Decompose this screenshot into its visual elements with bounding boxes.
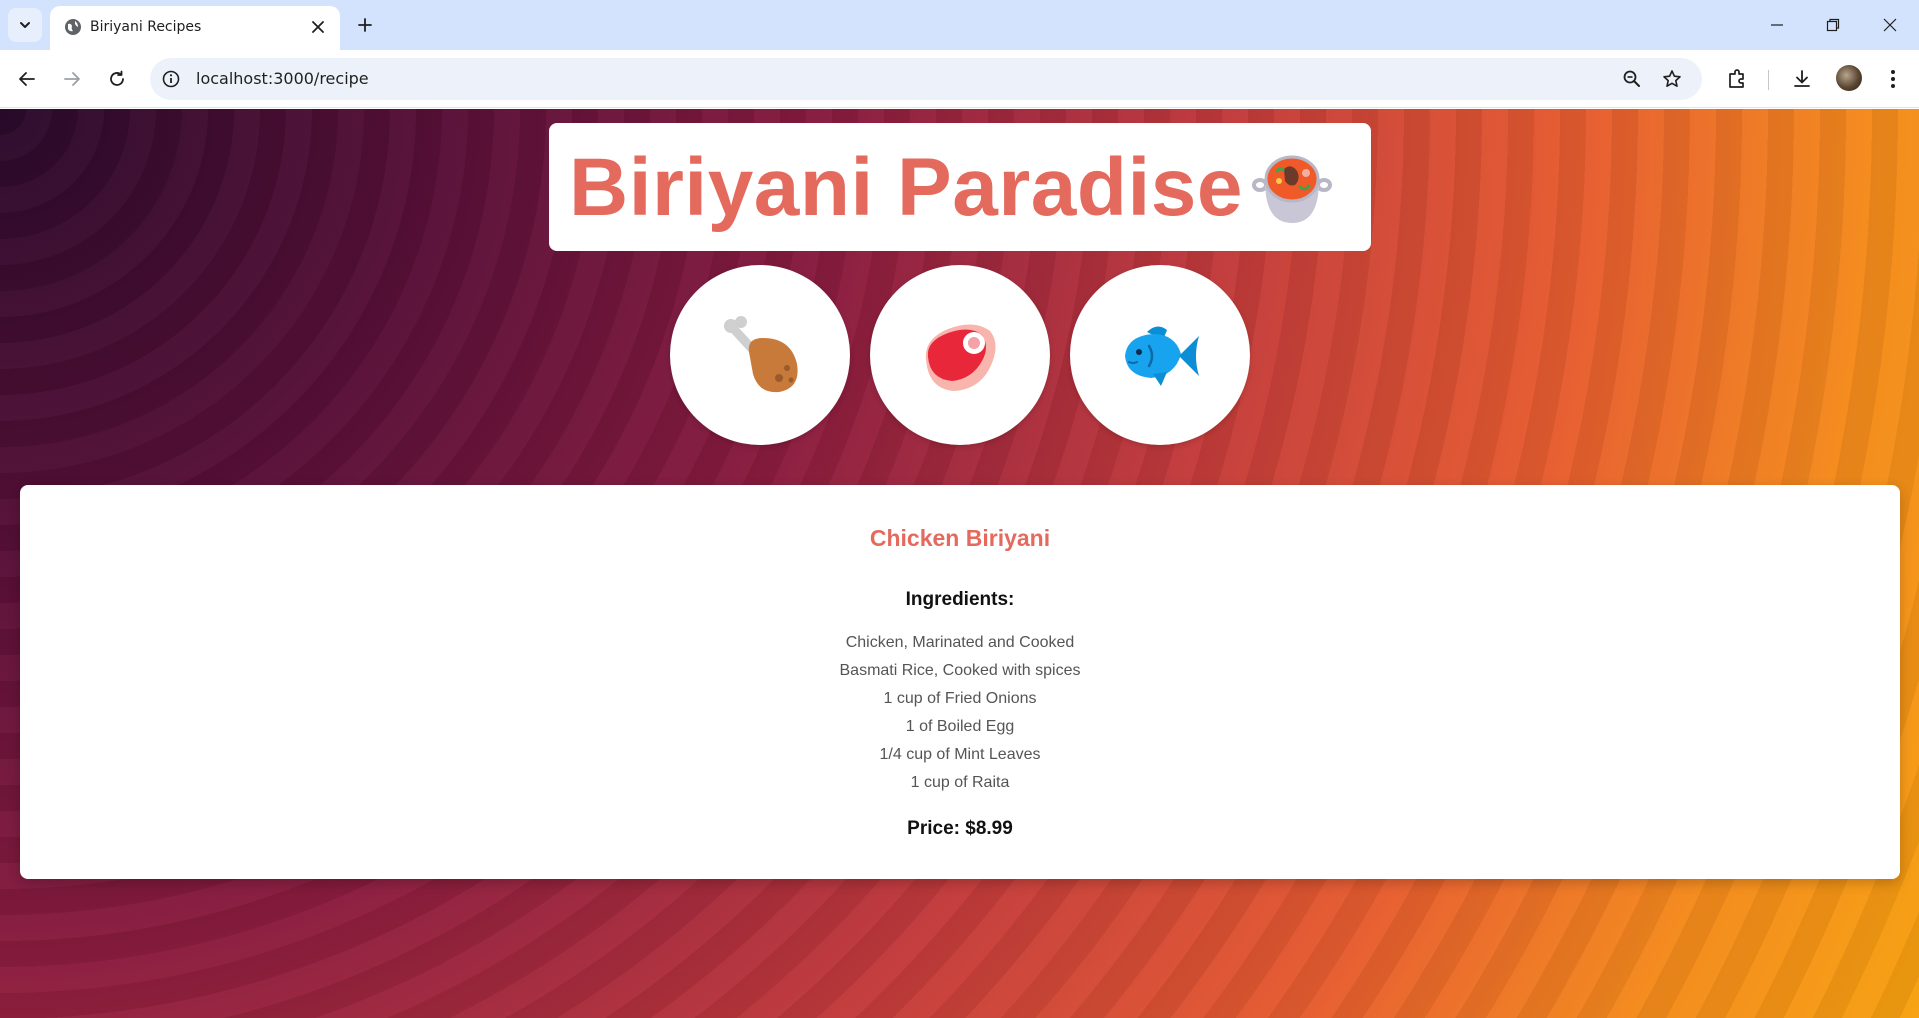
restore-button[interactable] (1818, 10, 1848, 40)
restore-icon (1826, 18, 1840, 32)
ingredients-heading: Ingredients: (905, 589, 1015, 610)
active-tab[interactable]: Biriyani Recipes (50, 6, 340, 50)
ingredient-item: 1/4 cup of Mint Leaves (879, 746, 1041, 763)
recipe-card: Chicken Biriyani Ingredients: Chicken, M… (20, 485, 1900, 879)
forward-button[interactable] (56, 63, 88, 95)
category-fish-button[interactable] (1070, 265, 1250, 445)
extensions-icon[interactable] (1724, 66, 1750, 92)
tab-close-icon[interactable] (308, 17, 328, 37)
arrow-right-icon (64, 72, 80, 86)
stew-pot-icon (1252, 155, 1332, 223)
profile-avatar[interactable] (1836, 65, 1862, 91)
bookmark-star-icon[interactable] (1660, 67, 1684, 91)
close-window-button[interactable] (1875, 10, 1905, 40)
address-bar[interactable]: localhost:3000/recipe (150, 58, 1702, 100)
arrow-left-icon (19, 72, 35, 86)
ingredient-item: 1 cup of Fried Onions (883, 690, 1037, 707)
reload-icon (110, 70, 124, 86)
reload-button[interactable] (101, 63, 133, 95)
page-viewport: Biriyani Paradise Chicken Biriyani Ingre… (0, 109, 1919, 1018)
plus-icon (358, 18, 372, 32)
tab-search-button[interactable] (8, 8, 42, 42)
url-text[interactable]: localhost:3000/recipe (196, 69, 369, 88)
browser-toolbar: localhost:3000/recipe (0, 50, 1919, 108)
fish-icon (1125, 326, 1199, 386)
new-tab-button[interactable] (352, 12, 378, 38)
category-mutton-button[interactable] (870, 265, 1050, 445)
menu-kebab-icon[interactable] (1880, 66, 1906, 92)
ingredients-list: Chicken, Marinated and Cooked Basmati Ri… (20, 629, 1900, 797)
downloads-icon[interactable] (1789, 66, 1815, 92)
zoom-icon[interactable] (1620, 67, 1644, 91)
minimize-button[interactable] (1762, 10, 1792, 40)
minimize-icon (1771, 24, 1783, 26)
globe-icon (65, 19, 81, 35)
tab-title: Biriyani Recipes (90, 19, 202, 35)
ingredient-item: 1 of Boiled Egg (905, 718, 1015, 735)
back-button[interactable] (11, 63, 43, 95)
category-chicken-button[interactable] (670, 265, 850, 445)
brand-title: Biriyani Paradise (569, 142, 1243, 233)
ingredient-item: 1 cup of Raita (910, 774, 1010, 791)
chevron-down-icon (20, 22, 30, 28)
browser-tabstrip: Biriyani Recipes (0, 0, 1919, 50)
site-info-icon[interactable] (160, 68, 182, 90)
toolbar-separator (1768, 70, 1769, 90)
brand-header: Biriyani Paradise (549, 123, 1371, 251)
ingredient-item: Chicken, Marinated and Cooked (845, 634, 1075, 651)
recipe-price: Price: $8.99 (907, 818, 1013, 839)
close-icon (1883, 18, 1897, 32)
ingredient-item: Basmati Rice, Cooked with spices (839, 662, 1081, 679)
recipe-title: Chicken Biriyani (869, 525, 1051, 551)
poultry-leg-icon (724, 316, 798, 393)
meat-cut-icon (925, 324, 996, 391)
